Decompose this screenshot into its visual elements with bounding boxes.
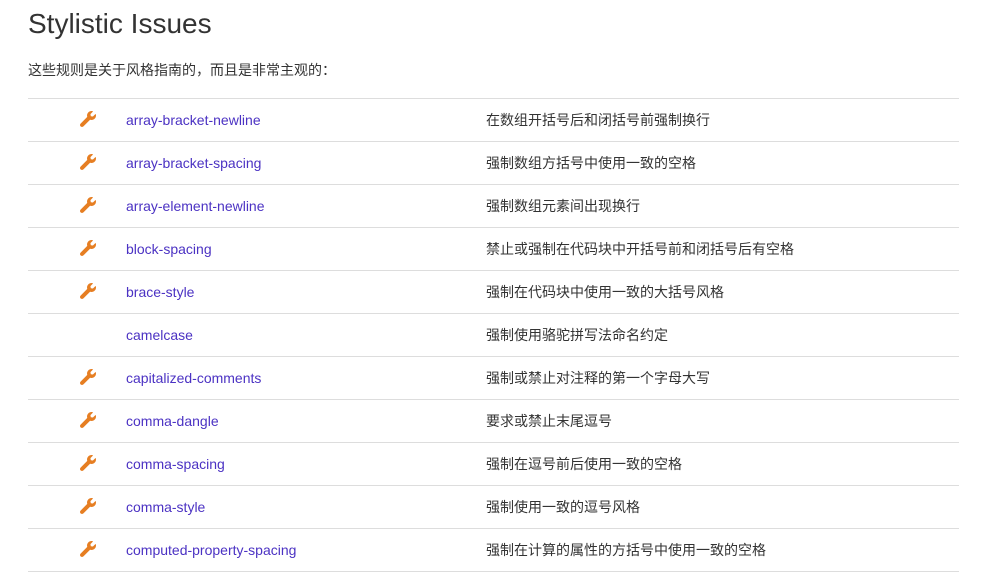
table-row: array-bracket-spacing 强制数组方括号中使用一致的空格: [28, 142, 959, 185]
rule-description: 在数组开括号后和闭括号前强制换行: [486, 99, 959, 142]
rule-link[interactable]: computed-property-spacing: [126, 542, 296, 558]
rule-link[interactable]: array-bracket-newline: [126, 112, 261, 128]
rule-name-cell: camelcase: [126, 314, 486, 357]
fixable-cell: [80, 99, 126, 142]
table-row: comma-dangle 要求或禁止末尾逗号: [28, 400, 959, 443]
rule-description: 强制使用一致的逗号风格: [486, 486, 959, 529]
rule-description: 要求或禁止末尾逗号: [486, 400, 959, 443]
wrench-icon: [80, 412, 96, 428]
fixable-cell: [80, 185, 126, 228]
rule-name-cell: array-bracket-spacing: [126, 142, 486, 185]
fixable-cell: [80, 142, 126, 185]
fixable-cell: [80, 357, 126, 400]
wrench-icon: [80, 455, 96, 471]
rule-name-cell: capitalized-comments: [126, 357, 486, 400]
table-row: block-spacing 禁止或强制在代码块中开括号前和闭括号后有空格: [28, 228, 959, 271]
wrench-icon: [80, 498, 96, 514]
fixable-cell: [80, 486, 126, 529]
table-row: comma-spacing 强制在逗号前后使用一致的空格: [28, 443, 959, 486]
fixable-cell: [80, 400, 126, 443]
table-row: brace-style 强制在代码块中使用一致的大括号风格: [28, 271, 959, 314]
recommended-cell: [28, 400, 80, 443]
table-row: camelcase 强制使用骆驼拼写法命名约定: [28, 314, 959, 357]
rule-link[interactable]: camelcase: [126, 327, 193, 343]
rule-description: 强制在逗号前后使用一致的空格: [486, 443, 959, 486]
rule-link[interactable]: capitalized-comments: [126, 370, 261, 386]
rule-description: 强制数组元素间出现换行: [486, 185, 959, 228]
recommended-cell: [28, 529, 80, 572]
section-heading: Stylistic Issues: [28, 8, 959, 40]
recommended-cell: [28, 271, 80, 314]
rule-name-cell: comma-style: [126, 486, 486, 529]
wrench-icon: [80, 154, 96, 170]
recommended-cell: [28, 357, 80, 400]
wrench-icon: [80, 240, 96, 256]
recommended-cell: [28, 142, 80, 185]
wrench-icon: [80, 197, 96, 213]
table-row: array-bracket-newline 在数组开括号后和闭括号前强制换行: [28, 99, 959, 142]
recommended-cell: [28, 314, 80, 357]
rule-link[interactable]: brace-style: [126, 284, 194, 300]
rule-name-cell: array-bracket-newline: [126, 99, 486, 142]
recommended-cell: [28, 443, 80, 486]
table-row: computed-property-spacing 强制在计算的属性的方括号中使用…: [28, 529, 959, 572]
rule-name-cell: brace-style: [126, 271, 486, 314]
rule-link[interactable]: array-bracket-spacing: [126, 155, 261, 171]
recommended-cell: [28, 99, 80, 142]
rule-description: 强制在代码块中使用一致的大括号风格: [486, 271, 959, 314]
wrench-icon: [80, 369, 96, 385]
wrench-icon: [80, 283, 96, 299]
rule-name-cell: comma-dangle: [126, 400, 486, 443]
recommended-cell: [28, 228, 80, 271]
recommended-cell: [28, 185, 80, 228]
rule-name-cell: computed-property-spacing: [126, 529, 486, 572]
rules-table: array-bracket-newline在数组开括号后和闭括号前强制换行arr…: [28, 98, 959, 572]
rule-link[interactable]: comma-style: [126, 499, 205, 515]
table-row: capitalized-comments 强制或禁止对注释的第一个字母大写: [28, 357, 959, 400]
rule-name-cell: comma-spacing: [126, 443, 486, 486]
rule-description: 强制数组方括号中使用一致的空格: [486, 142, 959, 185]
fixable-cell: [80, 314, 126, 357]
wrench-icon: [80, 541, 96, 557]
rule-link[interactable]: comma-spacing: [126, 456, 225, 472]
fixable-cell: [80, 271, 126, 314]
fixable-cell: [80, 529, 126, 572]
section-description: 这些规则是关于风格指南的，而且是非常主观的：: [28, 60, 959, 80]
rule-description: 强制或禁止对注释的第一个字母大写: [486, 357, 959, 400]
rule-link[interactable]: comma-dangle: [126, 413, 219, 429]
rule-name-cell: block-spacing: [126, 228, 486, 271]
fixable-cell: [80, 228, 126, 271]
rule-description: 强制使用骆驼拼写法命名约定: [486, 314, 959, 357]
recommended-cell: [28, 486, 80, 529]
table-row: comma-style 强制使用一致的逗号风格: [28, 486, 959, 529]
rule-description: 强制在计算的属性的方括号中使用一致的空格: [486, 529, 959, 572]
rule-link[interactable]: array-element-newline: [126, 198, 265, 214]
wrench-icon: [80, 111, 96, 127]
rule-description: 禁止或强制在代码块中开括号前和闭括号后有空格: [486, 228, 959, 271]
fixable-cell: [80, 443, 126, 486]
rule-link[interactable]: block-spacing: [126, 241, 212, 257]
rule-name-cell: array-element-newline: [126, 185, 486, 228]
table-row: array-element-newline 强制数组元素间出现换行: [28, 185, 959, 228]
